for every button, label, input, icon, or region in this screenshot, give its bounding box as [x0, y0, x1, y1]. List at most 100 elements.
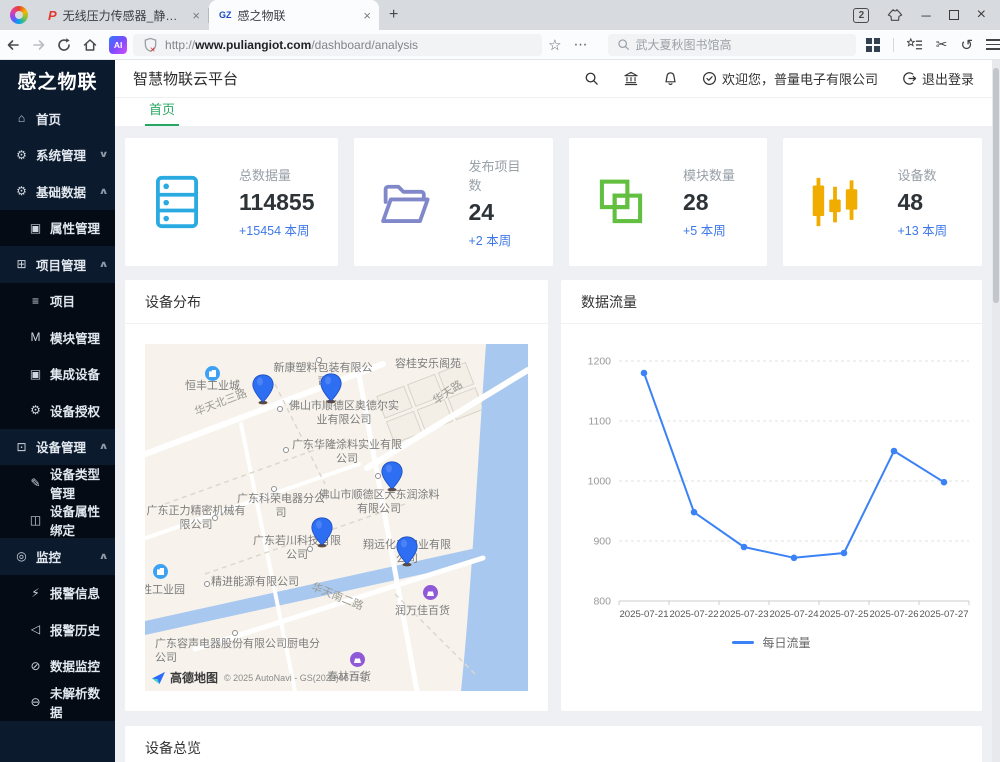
sidebar-item-未解析数据[interactable]: ⊖ 未解析数据	[0, 684, 115, 721]
tab1-favicon: Ρ	[48, 8, 57, 23]
device-map-pin[interactable]	[381, 461, 403, 492]
browser-logo-icon[interactable]	[10, 6, 28, 24]
legend-line-swatch	[732, 641, 754, 644]
menu-icon[interactable]	[986, 39, 1000, 50]
stat-value: 28	[683, 189, 735, 216]
address-bar[interactable]: ✕ http://www.puliangiot.com/dashboard/an…	[133, 34, 542, 56]
bank-icon[interactable]	[623, 71, 639, 86]
stat-delta: +15454 本周	[239, 220, 314, 239]
sidebar-item-监控[interactable]: ◎ 监控 ∧	[0, 538, 115, 575]
svg-text:2025-07-26: 2025-07-26	[869, 609, 918, 620]
more-options-icon[interactable]: ⋯	[568, 36, 594, 53]
sidebar-item-项目[interactable]: ≡ 项目	[0, 283, 115, 320]
amap-logo-icon	[151, 671, 166, 685]
device-map-pin[interactable]	[252, 374, 274, 405]
device-map[interactable]: 高德地图 © 2025 AutoNavi - GS(2023)4677号 新康塑…	[145, 344, 528, 691]
search-box[interactable]: 武大夏秋图书馆高	[608, 34, 856, 56]
database-icon	[149, 174, 205, 230]
device-map-pin[interactable]	[396, 536, 418, 567]
gear-icon: ⚙	[14, 184, 29, 198]
map-poi-dot	[204, 581, 210, 587]
scrollbar-thumb[interactable]	[993, 68, 999, 303]
stat-value: 24	[468, 199, 529, 226]
home-icon[interactable]	[77, 37, 103, 53]
amap-logo-text: 高德地图	[170, 669, 218, 686]
logout-button[interactable]: 退出登录	[902, 69, 974, 88]
browser-tab-1[interactable]: Ρ 无线压力传感器_静力水准仪_ ×	[38, 0, 208, 30]
svg-text:2025-07-25: 2025-07-25	[819, 609, 868, 620]
device-map-pin[interactable]	[320, 373, 342, 404]
theme-shirt-icon[interactable]	[887, 8, 903, 22]
device-map-pin[interactable]	[311, 517, 333, 548]
logout-icon	[902, 71, 917, 86]
sidebar-item-系统管理[interactable]: ⚙ 系统管理 ∨	[0, 137, 115, 174]
sidebar-item-报警历史[interactable]: ◁ 报警历史	[0, 611, 115, 648]
welcome-text: 欢迎您，普量电子有限公司	[722, 69, 878, 88]
svg-text:2025-07-21: 2025-07-21	[619, 609, 668, 620]
map-poi-dot	[277, 406, 283, 412]
apps-grid-icon[interactable]	[866, 38, 880, 52]
tab-count-badge[interactable]: 2	[853, 8, 869, 23]
browser-tab-2[interactable]: GZ 感之物联 ×	[209, 0, 379, 30]
sidebar-item-数据监控[interactable]: ⊘ 数据监控	[0, 648, 115, 685]
sidebar-item-属性管理[interactable]: ▣ 属性管理	[0, 210, 115, 247]
new-tab-button[interactable]: +	[389, 6, 398, 24]
grid-icon: ⊞	[14, 257, 29, 271]
favorites-list-icon[interactable]	[907, 37, 923, 52]
ai-assistant-icon[interactable]: AI	[109, 36, 127, 54]
sidebar-item-基础数据[interactable]: ⚙ 基础数据 ∧	[0, 173, 115, 210]
maximize-button[interactable]	[949, 10, 959, 20]
sidebar-item-模块管理[interactable]: M 模块管理	[0, 319, 115, 356]
map-poi-dot	[232, 630, 238, 636]
shield-insecure-icon: ✕	[143, 37, 158, 53]
url-text: http://www.puliangiot.com/dashboard/anal…	[165, 38, 418, 52]
stat-card-设备数: 设备数48+13 本周	[783, 138, 982, 266]
page-scrollbar[interactable]	[992, 60, 1000, 762]
data-traffic-panel: 数据流量 8009001000110012002025-07-212025-07…	[561, 280, 982, 711]
sidebar-menu: ⌂ 首页 ⚙ 系统管理 ∨ ⚙ 基础数据 ∧ ▣ 属性管理 ⊞ 项目管理 ∧ ≡…	[0, 100, 115, 721]
sidebar-item-项目管理[interactable]: ⊞ 项目管理 ∧	[0, 246, 115, 283]
sidebar-item-设备授权[interactable]: ⚙ 设备授权	[0, 392, 115, 429]
undo-icon[interactable]: ↺	[960, 36, 973, 54]
modules-icon	[593, 174, 649, 230]
screenshot-scissors-icon[interactable]: ✂	[936, 36, 948, 53]
header-search-icon[interactable]	[584, 71, 599, 86]
sidebar-item-报警信息[interactable]: ⚡ 报警信息	[0, 575, 115, 612]
gear-icon: ⚙	[14, 148, 29, 162]
map-label: 佛山市顺德区大东润涂料有限公司	[315, 489, 443, 517]
page-tabs-bar: 首页	[115, 97, 992, 126]
minimize-button[interactable]: ─	[921, 8, 930, 23]
app-header: 智慧物联云平台 欢迎您，普量电子有限公司 退出登录	[115, 60, 992, 97]
sidebar-item-集成设备[interactable]: ▣ 集成设备	[0, 356, 115, 393]
svg-text:800: 800	[593, 596, 611, 608]
svg-text:2025-07-27: 2025-07-27	[919, 609, 968, 620]
close-button[interactable]: ×	[977, 6, 986, 24]
back-icon[interactable]	[0, 37, 26, 53]
stat-delta: +2 本周	[468, 230, 529, 249]
map-poi-dot	[283, 447, 289, 453]
forward-icon[interactable]	[26, 37, 52, 53]
tab1-close-icon[interactable]: ×	[192, 8, 200, 23]
sidebar-item-设备管理[interactable]: ⊡ 设备管理 ∧	[0, 429, 115, 466]
device-manage-icon: ⊡	[14, 440, 29, 454]
map-poi-dot	[271, 486, 277, 492]
notification-bell-icon[interactable]	[663, 71, 678, 87]
tab2-favicon: GZ	[219, 10, 232, 20]
reload-icon[interactable]	[52, 37, 78, 53]
search-query-text: 武大夏秋图书馆高	[636, 36, 732, 53]
svg-text:1100: 1100	[588, 416, 611, 428]
browser-toolbar: AI ✕ http://www.puliangiot.com/dashboard…	[0, 30, 1000, 60]
tab2-title: 感之物联	[238, 7, 358, 24]
monitor-icon: ◎	[14, 549, 29, 563]
tab-home[interactable]: 首页	[145, 99, 179, 126]
stat-delta: +13 本周	[897, 220, 947, 239]
sidebar-item-首页[interactable]: ⌂ 首页	[0, 100, 115, 137]
map-copyright: © 2025 AutoNavi - GS(2023)4677号	[224, 671, 368, 684]
tab2-close-icon[interactable]: ×	[363, 8, 371, 23]
sidebar-item-设备属性绑定[interactable]: ◫ 设备属性绑定	[0, 502, 115, 539]
map-label: 广东正力精密机械有限公司	[145, 505, 247, 533]
sidebar-item-设备类型管理[interactable]: ✎ 设备类型管理	[0, 465, 115, 502]
bookmark-star-icon[interactable]: ☆	[542, 36, 568, 54]
chart-legend[interactable]: 每日流量	[561, 634, 982, 651]
welcome-user[interactable]: 欢迎您，普量电子有限公司	[702, 69, 878, 88]
